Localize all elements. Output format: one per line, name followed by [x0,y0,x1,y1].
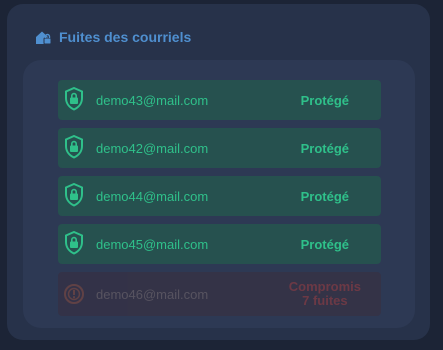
status-badge: Protégé [300,140,349,156]
shield-lock-icon [64,230,84,255]
email-list: demo43@mail.com Protégé demo42@mail.com … [58,80,381,324]
email-address: demo44@mail.com [96,188,209,204]
panel-title: Fuites des courriels [59,29,192,45]
email-row[interactable]: demo44@mail.com Protégé [58,176,381,216]
email-address: demo43@mail.com [96,92,209,108]
panel-header: Fuites des courriels [35,28,191,46]
email-row[interactable]: demo43@mail.com Protégé [58,80,381,120]
status-line: Compromis [288,279,361,294]
status-badge: Protégé [300,236,349,252]
email-address: demo42@mail.com [96,140,209,156]
email-address: demo46@mail.com [96,286,209,302]
status-badge: Compromis 7 fuites [289,280,361,308]
status-badge: Protégé [300,92,349,108]
email-address: demo45@mail.com [96,236,209,252]
alert-circle-icon [63,283,85,305]
shield-lock-icon [64,182,84,207]
house-lock-icon [35,29,52,46]
leak-count: 7 fuites [302,293,348,308]
email-list-container[interactable]: demo43@mail.com Protégé demo42@mail.com … [23,60,415,328]
email-row[interactable]: demo42@mail.com Protégé [58,128,381,168]
email-row[interactable]: demo45@mail.com Protégé [58,224,381,264]
shield-lock-icon [64,86,84,111]
shield-lock-icon [64,134,84,159]
email-row-compromised[interactable]: demo46@mail.com Compromis 7 fuites [58,272,381,316]
status-badge: Protégé [300,188,349,204]
email-leaks-panel: Fuites des courriels demo43@mail.com Pro… [7,4,430,340]
